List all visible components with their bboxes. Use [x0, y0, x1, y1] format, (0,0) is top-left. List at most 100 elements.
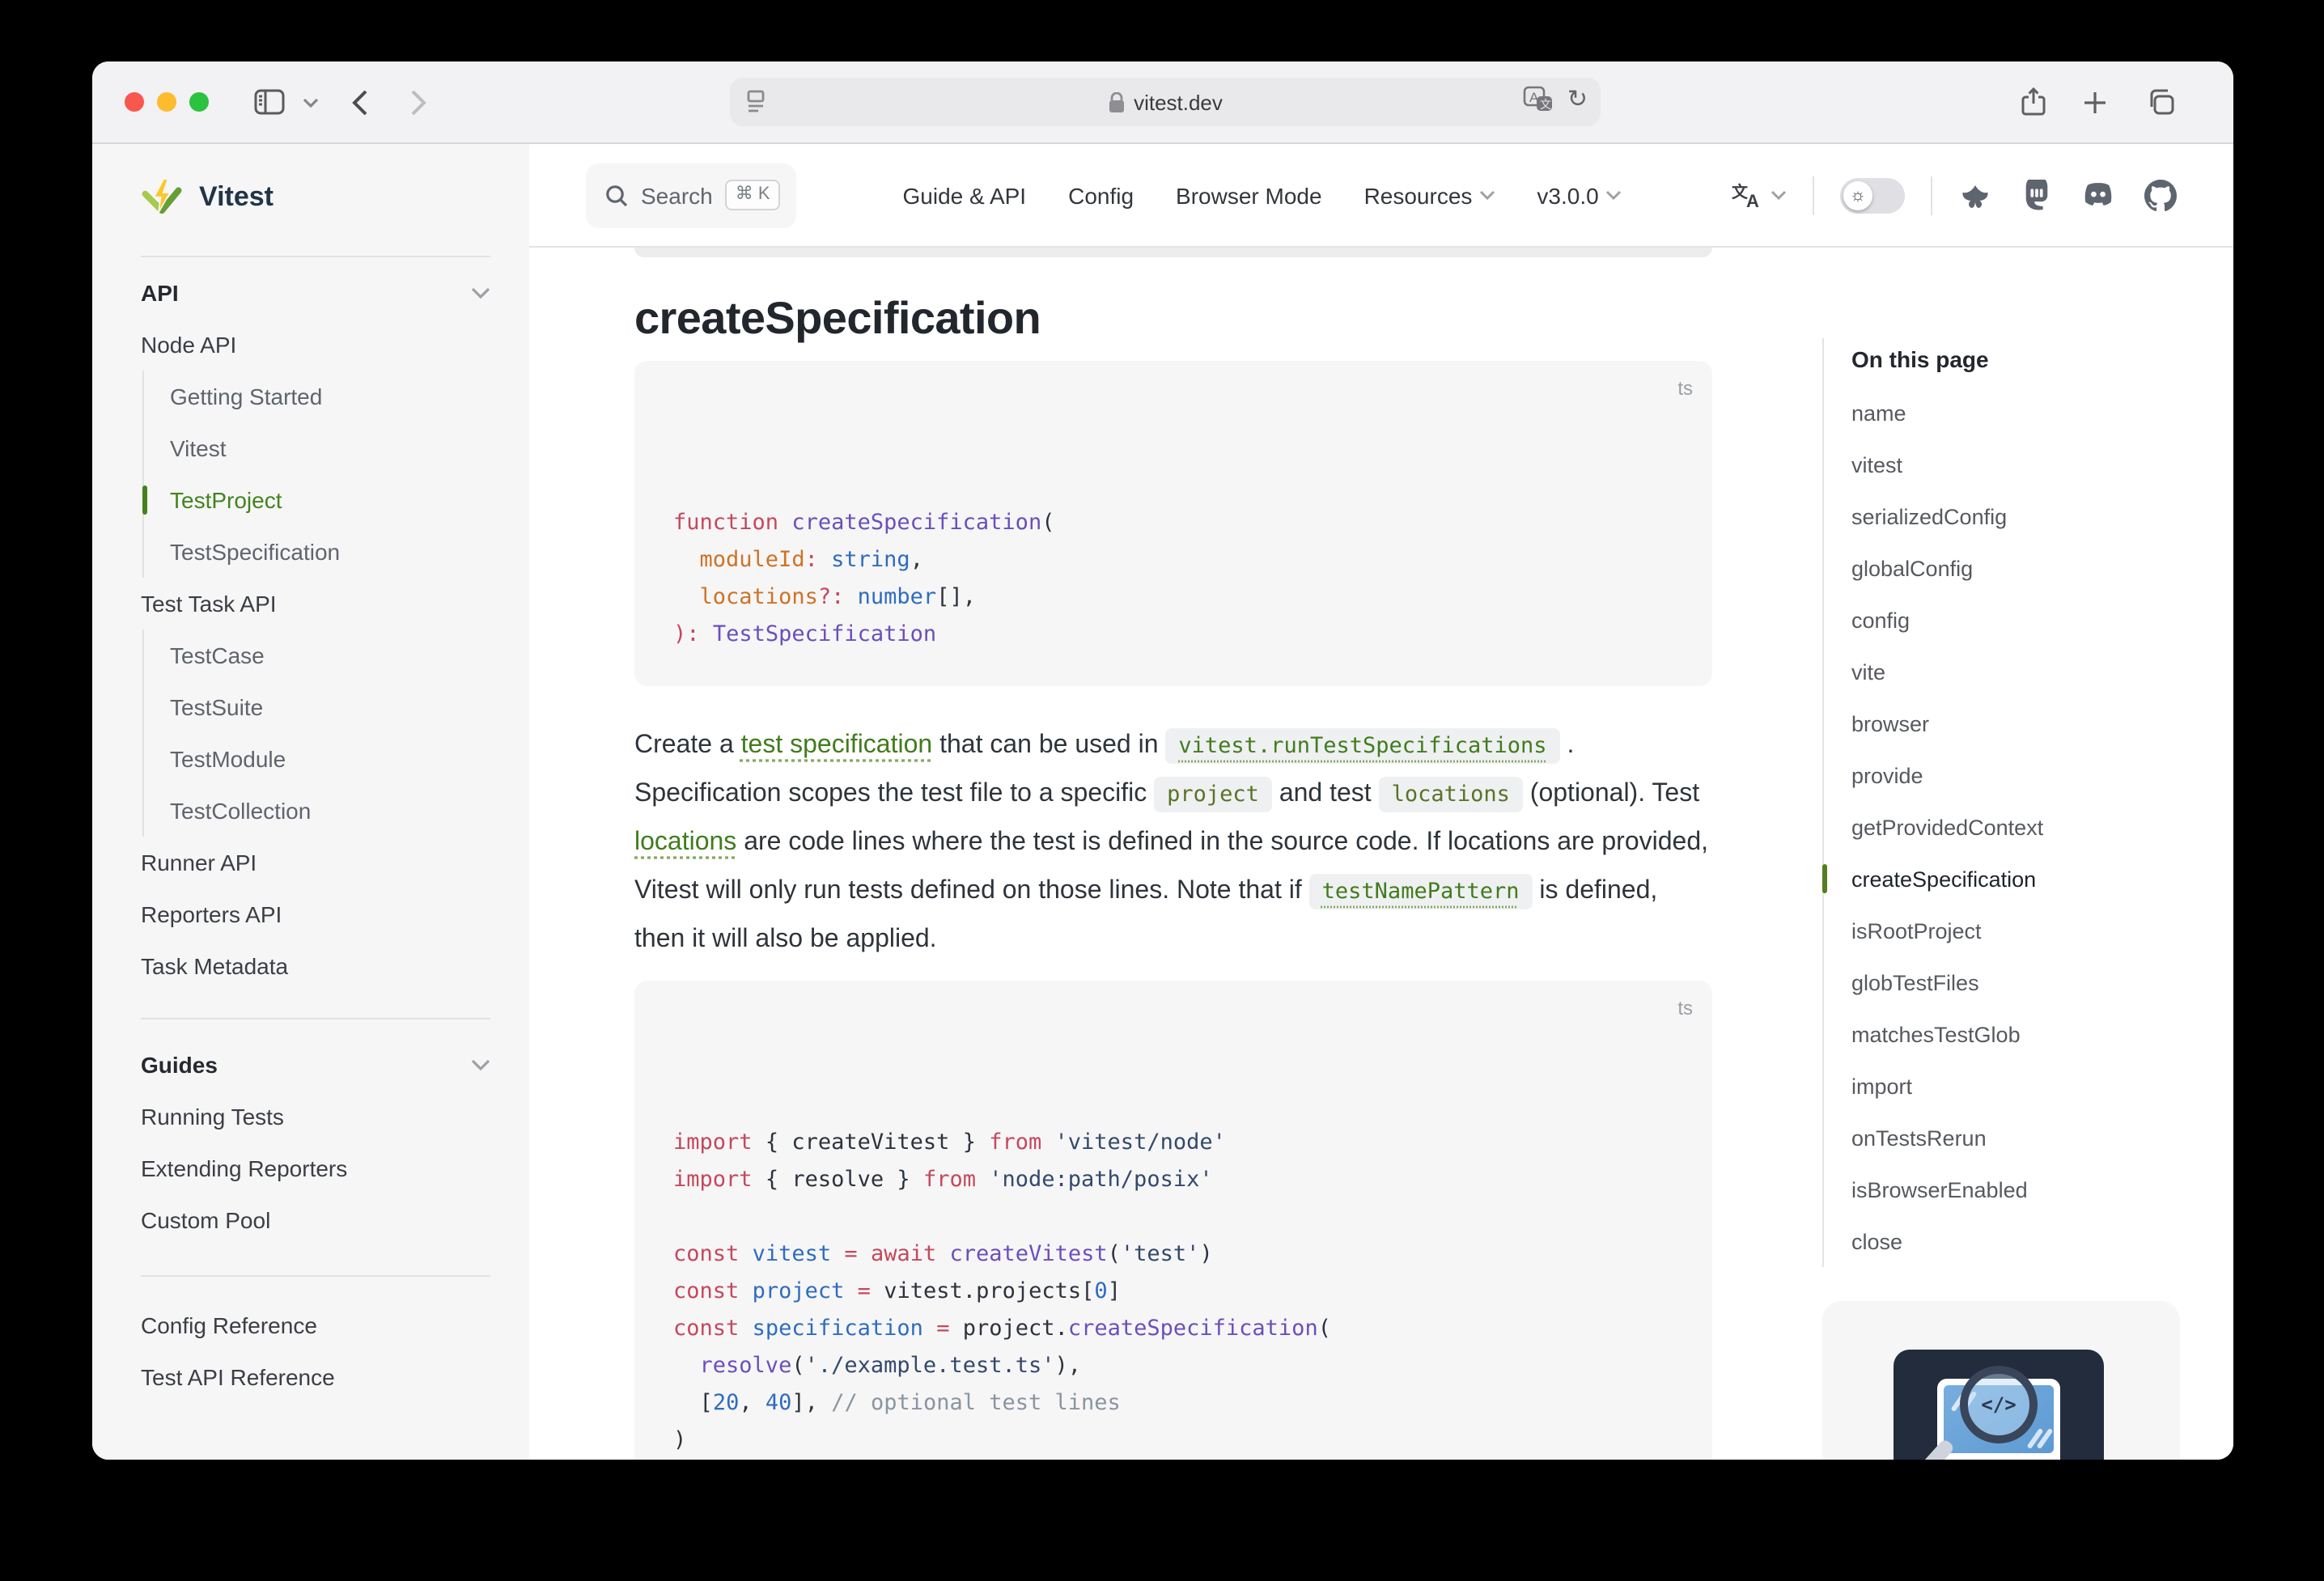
toc-item[interactable]: matchesTestGlob [1851, 1008, 2191, 1060]
chevron-down-icon [471, 1058, 490, 1071]
sidebar-item[interactable]: Custom Pool [141, 1194, 490, 1246]
inline-code-link[interactable]: vitest.runTestSpecifications [1165, 728, 1559, 764]
sidebar-item[interactable]: Config Reference [141, 1299, 490, 1351]
toc-item[interactable]: browser [1851, 697, 2191, 749]
chevron-down-icon[interactable] [303, 61, 319, 142]
sidebar-item[interactable]: TestCollection [170, 785, 490, 837]
forward-button[interactable] [409, 61, 427, 142]
code-block-example[interactable]: ts import { createVitest } from 'vitest/… [634, 981, 1712, 1460]
divider [1931, 176, 1932, 214]
bluesky-icon[interactable] [1958, 180, 1992, 210]
magnifier-icon: </> [1960, 1366, 2038, 1443]
doc-content: createSpecification ts function createSp… [634, 248, 1712, 1460]
sidebar-item[interactable]: TestModule [170, 733, 490, 785]
toc-item[interactable]: globalConfig [1851, 542, 2191, 594]
doc-link[interactable]: locations [634, 829, 736, 856]
toc-item[interactable]: createSpecification [1851, 853, 2191, 905]
toc-item[interactable]: config [1851, 594, 2191, 646]
toc-item[interactable]: vitest [1851, 439, 2191, 490]
sidebar-item[interactable]: Extending Reporters [141, 1142, 490, 1194]
main-area: Search ⌘ K Guide & API Config Browser Mo… [529, 144, 2233, 1460]
sidebar-item[interactable]: Test API Reference [141, 1351, 490, 1403]
sidebar-item[interactable]: Runner API [141, 837, 490, 888]
mastodon-icon[interactable] [2021, 180, 2052, 210]
toc-title: On this page [1851, 338, 2191, 380]
nav-version[interactable]: v3.0.0 [1537, 182, 1621, 208]
inline-code-link[interactable]: testNamePattern [1309, 874, 1533, 909]
site-header: Search ⌘ K Guide & API Config Browser Mo… [529, 144, 2233, 248]
toc-item[interactable]: vite [1851, 646, 2191, 697]
reload-icon[interactable]: ↻ [1567, 87, 1588, 112]
sidebar-node-api-group: Getting StartedVitestTestProjectTestSpec… [142, 371, 490, 578]
search-input[interactable]: Search ⌘ K [586, 163, 796, 227]
sidebar-item[interactable]: Getting Started [170, 371, 490, 422]
sidebar-item[interactable]: TestCase [170, 629, 490, 681]
doc-paragraph: Create a test specification that can be … [634, 722, 1712, 964]
toc: On this page namevitestserializedConfigg… [1822, 338, 2191, 1267]
divider [141, 1275, 490, 1277]
zoom-button[interactable] [189, 92, 209, 112]
toc-item[interactable]: close [1851, 1215, 2191, 1267]
toc-item[interactable]: onTestsRerun [1851, 1112, 2191, 1163]
code-block-signature[interactable]: ts function createSpecification( moduleI… [634, 361, 1712, 686]
site-title: Vitest [199, 181, 274, 214]
search-label: Search [641, 182, 713, 208]
sidebar-item[interactable]: Running Tests [141, 1091, 490, 1142]
language-switcher[interactable]: 文 A [1732, 180, 1787, 210]
minimize-button[interactable] [157, 92, 176, 112]
nav-browser-mode[interactable]: Browser Mode [1176, 182, 1322, 208]
sidebar-group-api[interactable]: API [141, 267, 490, 319]
sponsor-card[interactable]: </> [1822, 1301, 2180, 1460]
toc-item[interactable]: isRootProject [1851, 905, 2191, 956]
sidebar-item[interactable]: Reporters API [141, 888, 490, 940]
sidebar-item[interactable]: Vitest [170, 422, 490, 474]
browser-window: vitest.dev A 文 ↻ [92, 61, 2233, 1460]
nav-config[interactable]: Config [1068, 182, 1134, 208]
toc-item[interactable]: provide [1851, 749, 2191, 801]
vitest-logo-icon [141, 176, 183, 218]
tab-overview-icon[interactable] [2146, 61, 2175, 142]
chevron-down-icon [1478, 189, 1495, 201]
address-bar[interactable]: vitest.dev A 文 ↻ [730, 78, 1601, 126]
toc-item[interactable]: globTestFiles [1851, 956, 2191, 1008]
toc-item[interactable]: import [1851, 1060, 2191, 1112]
nav-guide-api[interactable]: Guide & API [903, 182, 1027, 208]
sidebar-group-guides[interactable]: Guides [141, 1039, 490, 1091]
share-icon[interactable] [2021, 61, 2046, 142]
sidebar-item[interactable]: TestSpecification [170, 526, 490, 578]
search-shortcut: ⌘ K [726, 180, 780, 210]
header-controls: 文 A ☼ [1732, 176, 2177, 214]
divider [1813, 176, 1814, 214]
site-logo[interactable]: Vitest [141, 173, 490, 222]
github-icon[interactable] [2144, 179, 2177, 211]
svg-text:A: A [1746, 190, 1759, 210]
browser-toolbar: vitest.dev A 文 ↻ [92, 61, 2233, 144]
sidebar-item[interactable]: TestSuite [170, 681, 490, 733]
doc-link[interactable]: test specification [741, 731, 933, 759]
toc-item[interactable]: isBrowserEnabled [1851, 1163, 2191, 1215]
sidebar-api-links: Runner APIReporters APITask Metadata [141, 837, 490, 992]
translate-icon[interactable]: A 文 [1524, 86, 1554, 113]
nav-resources[interactable]: Resources [1364, 182, 1495, 208]
window-controls [125, 92, 209, 112]
divider [141, 1018, 490, 1019]
toc-item[interactable]: getProvidedContext [1851, 801, 2191, 853]
discord-icon[interactable] [2081, 181, 2115, 209]
inline-code: project [1154, 777, 1272, 812]
new-tab-icon[interactable] [2083, 61, 2107, 142]
toc-item[interactable]: serializedConfig [1851, 490, 2191, 542]
sidebar: Vitest API Node API Getting StartedVites… [92, 144, 529, 1460]
svg-text:文: 文 [1541, 98, 1552, 111]
sidebar-toggle-icon[interactable] [254, 61, 285, 142]
sidebar-item[interactable]: TestProject [170, 474, 490, 526]
theme-toggle[interactable]: ☼ [1840, 177, 1905, 213]
chevron-down-icon [1605, 189, 1622, 201]
toc-item[interactable]: name [1851, 387, 2191, 439]
sidebar-item-test-task-api[interactable]: Test Task API [141, 578, 490, 629]
sun-icon: ☼ [1850, 185, 1866, 205]
sidebar-item-node-api[interactable]: Node API [141, 319, 490, 371]
sidebar-item[interactable]: Task Metadata [141, 940, 490, 992]
back-button[interactable] [351, 61, 369, 142]
sidebar-guide-links: Running TestsExtending ReportersCustom P… [141, 1091, 490, 1246]
close-button[interactable] [125, 92, 144, 112]
